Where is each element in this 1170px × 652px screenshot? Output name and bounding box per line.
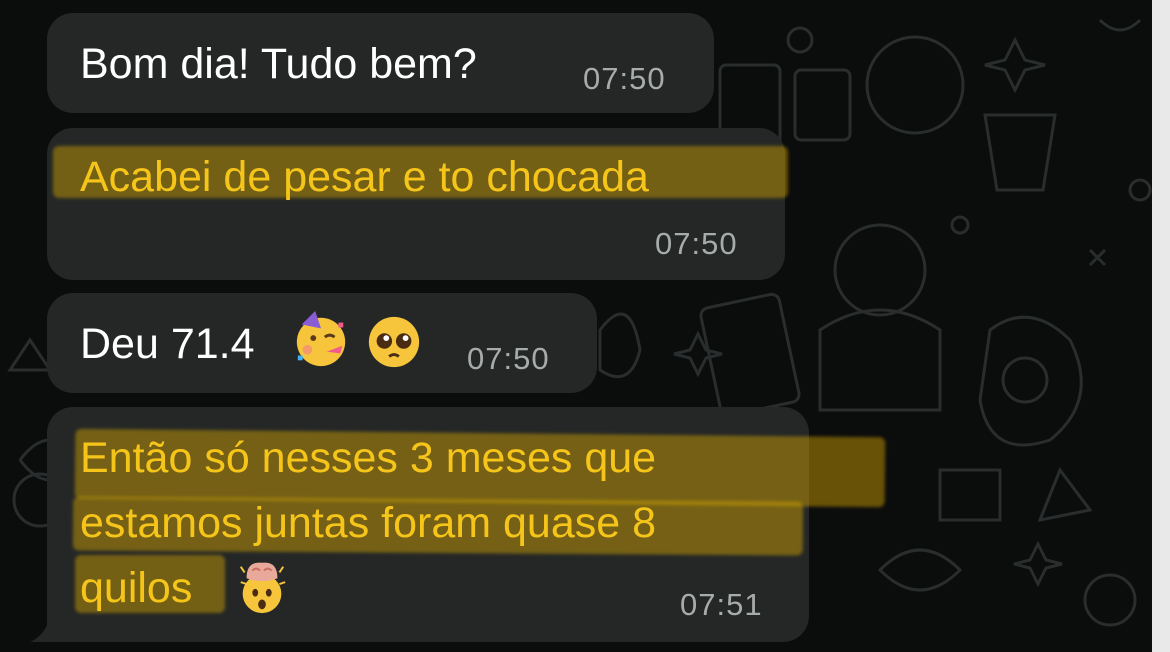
message-text-line: quilos <box>80 564 193 612</box>
message-text: Deu 71.4 <box>80 320 255 368</box>
message-text-line: estamos juntas foram quase 8 <box>80 499 657 547</box>
pleading-face-icon <box>368 316 420 368</box>
message-text-line: Então só nesses 3 meses que <box>80 434 657 482</box>
message-text: Bom dia! Tudo bem? <box>80 40 477 88</box>
message-timestamp: 07:51 <box>680 587 763 622</box>
message-bubble[interactable]: Então só nesses 3 meses que estamos junt… <box>47 407 886 642</box>
message-text: Acabei de pesar e to chocada <box>80 153 649 201</box>
scrollbar-edge <box>1152 0 1170 652</box>
message-timestamp: 07:50 <box>583 61 666 96</box>
message-timestamp: 07:50 <box>467 341 550 376</box>
partying-face-icon <box>296 311 346 367</box>
message-bubble[interactable]: Deu 71.4 07:50 <box>47 293 597 393</box>
bubble-tail <box>30 618 58 642</box>
exploding-head-icon <box>239 562 286 614</box>
message-timestamp: 07:50 <box>655 226 738 261</box>
message-bubble[interactable]: Bom dia! Tudo bem? 07:50 <box>47 13 714 113</box>
message-bubble[interactable]: Acabei de pesar e to chocada 07:50 <box>47 128 788 280</box>
